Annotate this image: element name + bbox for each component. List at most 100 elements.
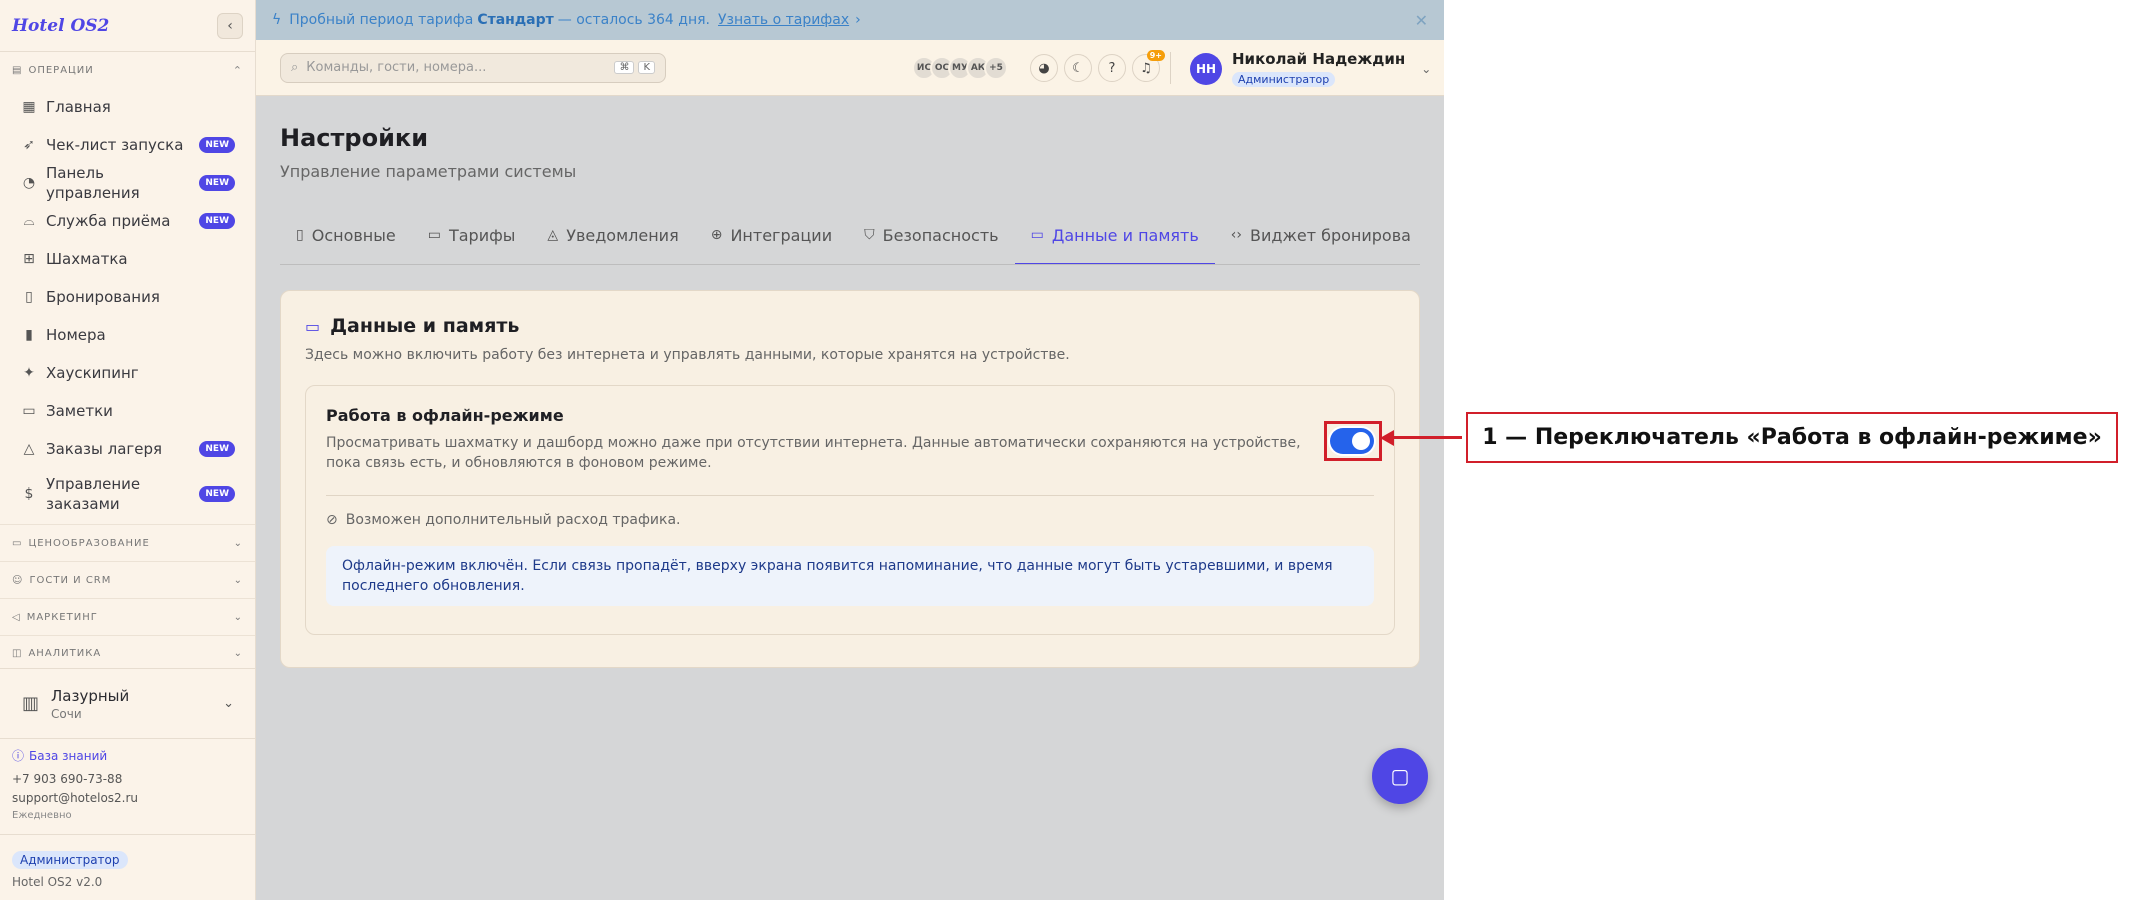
offline-mode-description: Просматривать шахматку и дашборд можно д… (326, 435, 1301, 471)
sidebar-section-pricing[interactable]: ▭ ЦЕНООБРАЗОВАНИЕ ⌄ (0, 524, 255, 561)
support-email[interactable]: support@hotelos2.ru (12, 791, 244, 805)
megaphone-icon: ◁ (12, 611, 21, 623)
traffic-note: ⊘ Возможен дополнительный расход трафика… (326, 512, 681, 528)
hotel-name: Лазурный (51, 686, 130, 705)
sidebar-item-front-desk[interactable]: ⌓ Служба приёма NEW (0, 202, 255, 240)
tab-integrations[interactable]: ⊕ Интеграции (695, 207, 848, 264)
card-description: Здесь можно включить работу без интернет… (305, 347, 1070, 363)
door-icon: ▮ (25, 327, 33, 343)
help-circle-icon: ? (1108, 60, 1116, 76)
user-menu[interactable]: НН Николай Надеждин Администратор ⌄ (1190, 50, 1431, 87)
annotation-label: 1 — Переключатель «Работа в офлайн-режим… (1466, 412, 2118, 463)
logo[interactable]: Hotel OS2 (12, 16, 109, 36)
data-memory-card: ▭ Данные и память Здесь можно включить р… (280, 290, 1420, 668)
online-users[interactable]: ИС ОС МУ АК +5 (912, 56, 1008, 80)
sidebar-item-housekeeping[interactable]: ✦ Хаускипинг (0, 354, 255, 392)
chevron-down-icon: ⌄ (233, 648, 243, 659)
user-role-badge: Администратор (1232, 72, 1336, 87)
bell-icon: ◬ (547, 227, 559, 243)
card-icon: ▭ (12, 537, 23, 549)
tab-data-memory[interactable]: ▭ Данные и память (1014, 207, 1215, 264)
eye-off-icon: ⊘ (326, 512, 338, 528)
more-users-count: +5 (984, 56, 1008, 80)
new-badge: NEW (199, 486, 235, 502)
chevron-down-icon: ⌄ (233, 611, 243, 623)
chevron-left-icon: ‹ (227, 17, 233, 34)
sidebar-section-operations[interactable]: ▤ ОПЕРАЦИИ ⌃ (0, 52, 255, 88)
trial-banner: ϟ Пробный период тарифа Стандарт — остал… (256, 0, 1444, 40)
search-icon: ⌕ (291, 60, 299, 75)
bell-desk-icon: ⌓ (23, 213, 35, 229)
close-banner-icon[interactable]: ✕ (1415, 11, 1428, 30)
card-icon: ▭ (427, 227, 441, 243)
collapse-sidebar-button[interactable]: ‹ (217, 12, 243, 39)
bolt-icon: ϟ (272, 12, 282, 28)
tab-plans[interactable]: ▭ Тарифы (412, 207, 532, 264)
shortcut-hint: ⌘ K (614, 61, 655, 74)
chat-button[interactable]: ▢ (1372, 748, 1428, 804)
sidebar-item-launch-checklist[interactable]: ➶ Чек-лист запуска NEW (0, 126, 255, 164)
bell-icon: ♫ (1140, 60, 1152, 76)
help-circle-icon: ⓘ (12, 749, 25, 763)
search-input[interactable]: Команды, гости, номера... (306, 60, 486, 75)
sidebar-item-notes[interactable]: ▭ Заметки (0, 392, 255, 430)
moon-icon: ☾ (1072, 60, 1084, 76)
tent-icon: △ (23, 441, 35, 457)
role-badge: Администратор (12, 851, 128, 869)
chevron-down-icon: ⌄ (1421, 61, 1432, 76)
annotation-arrow-line (1388, 436, 1462, 439)
knowledge-base-link[interactable]: ⓘ База знаний (12, 747, 244, 764)
offline-mode-title: Работа в офлайн-режиме (326, 406, 564, 425)
new-badge: NEW (199, 213, 235, 229)
sidebar-item-chessboard[interactable]: ⊞ Шахматка (0, 240, 255, 278)
offline-mode-panel: Работа в офлайн-режиме Просматривать шах… (305, 385, 1395, 635)
tab-general[interactable]: ▯ Основные (280, 207, 412, 264)
sidebar-item-order-management[interactable]: $ Управление заказами NEW (0, 468, 255, 520)
new-badge: NEW (199, 137, 235, 153)
sidebar-item-bookings[interactable]: ▯ Бронирования (0, 278, 255, 316)
tab-security[interactable]: ⛉ Безопасность (848, 207, 1014, 264)
code-icon: ‹› (1230, 227, 1242, 243)
sidebar: Hotel OS2 ‹ ▤ ОПЕРАЦИИ ⌃ ▦ Главная ➶ Чек-… (0, 0, 256, 900)
users-icon: ☺ (12, 574, 24, 586)
plans-link[interactable]: Узнать о тарифах (718, 12, 849, 28)
command-search[interactable]: ⌕ Команды, гости, номера... ⌘ K (280, 52, 666, 83)
new-badge: NEW (199, 441, 235, 457)
sidebar-item-home[interactable]: ▦ Главная (0, 88, 255, 126)
tab-notifications[interactable]: ◬ Уведомления (531, 207, 694, 264)
help-button[interactable]: ? (1098, 54, 1126, 82)
tab-booking-widget[interactable]: ‹› Виджет бронирова (1215, 207, 1420, 264)
app-version: Hotel OS2 v2.0 (12, 875, 103, 889)
chat-icon: ▢ (1390, 764, 1410, 788)
notifications-button[interactable]: ♫ 9+ (1132, 50, 1165, 82)
receipt-icon: $ (24, 486, 34, 502)
sparkle-icon: ✦ (23, 365, 35, 381)
topbar-divider (1170, 52, 1171, 84)
sidebar-item-rooms[interactable]: ▮ Номера (0, 316, 255, 354)
sidebar-header: Hotel OS2 ‹ (0, 0, 255, 52)
sidebar-section-analytics[interactable]: ◫ АНАЛИТИКА ⌄ (0, 635, 255, 659)
sidebar-item-control-panel[interactable]: ◔ Панель управления NEW (0, 164, 255, 202)
user-avatar: НН (1190, 52, 1222, 85)
sidebar-section-guests-crm[interactable]: ☺ ГОСТИ И CRM ⌄ (0, 561, 255, 598)
main-area: ϟ Пробный период тарифа Стандарт — остал… (256, 0, 1444, 900)
gauge-icon: ◔ (22, 175, 36, 191)
notification-count-badge: 9+ (1146, 50, 1165, 61)
page-subtitle: Управление параметрами системы (280, 162, 577, 181)
role-info: Администратор Hotel OS2 v2.0 (0, 834, 256, 900)
chart-icon: ◫ (12, 648, 23, 659)
chevron-up-icon: ⌃ (232, 63, 243, 77)
rocket-icon: ➶ (23, 137, 35, 153)
theme-palette-button[interactable]: ◕ (1030, 54, 1058, 82)
hotel-selector[interactable]: ▥ Лазурный Сочи ⌄ (0, 668, 256, 738)
dark-mode-button[interactable]: ☾ (1064, 54, 1092, 82)
hotel-city: Сочи (51, 706, 82, 721)
support-phone[interactable]: +7 903 690-73-88 (12, 772, 244, 786)
globe-icon: ⊕ (710, 227, 723, 243)
sidebar-section-marketing[interactable]: ◁ МАРКЕТИНГ ⌄ (0, 598, 255, 635)
chevron-down-icon: ⌄ (233, 574, 243, 586)
settings-content: Настройки Управление параметрами системы… (256, 124, 1444, 668)
settings-tabs: ▯ Основные ▭ Тарифы ◬ Уведомления ⊕ Интеграц… (280, 207, 1420, 265)
sidebar-item-camp-orders[interactable]: △ Заказы лагеря NEW (0, 430, 255, 468)
trial-plan-name: Стандарт (477, 12, 554, 28)
